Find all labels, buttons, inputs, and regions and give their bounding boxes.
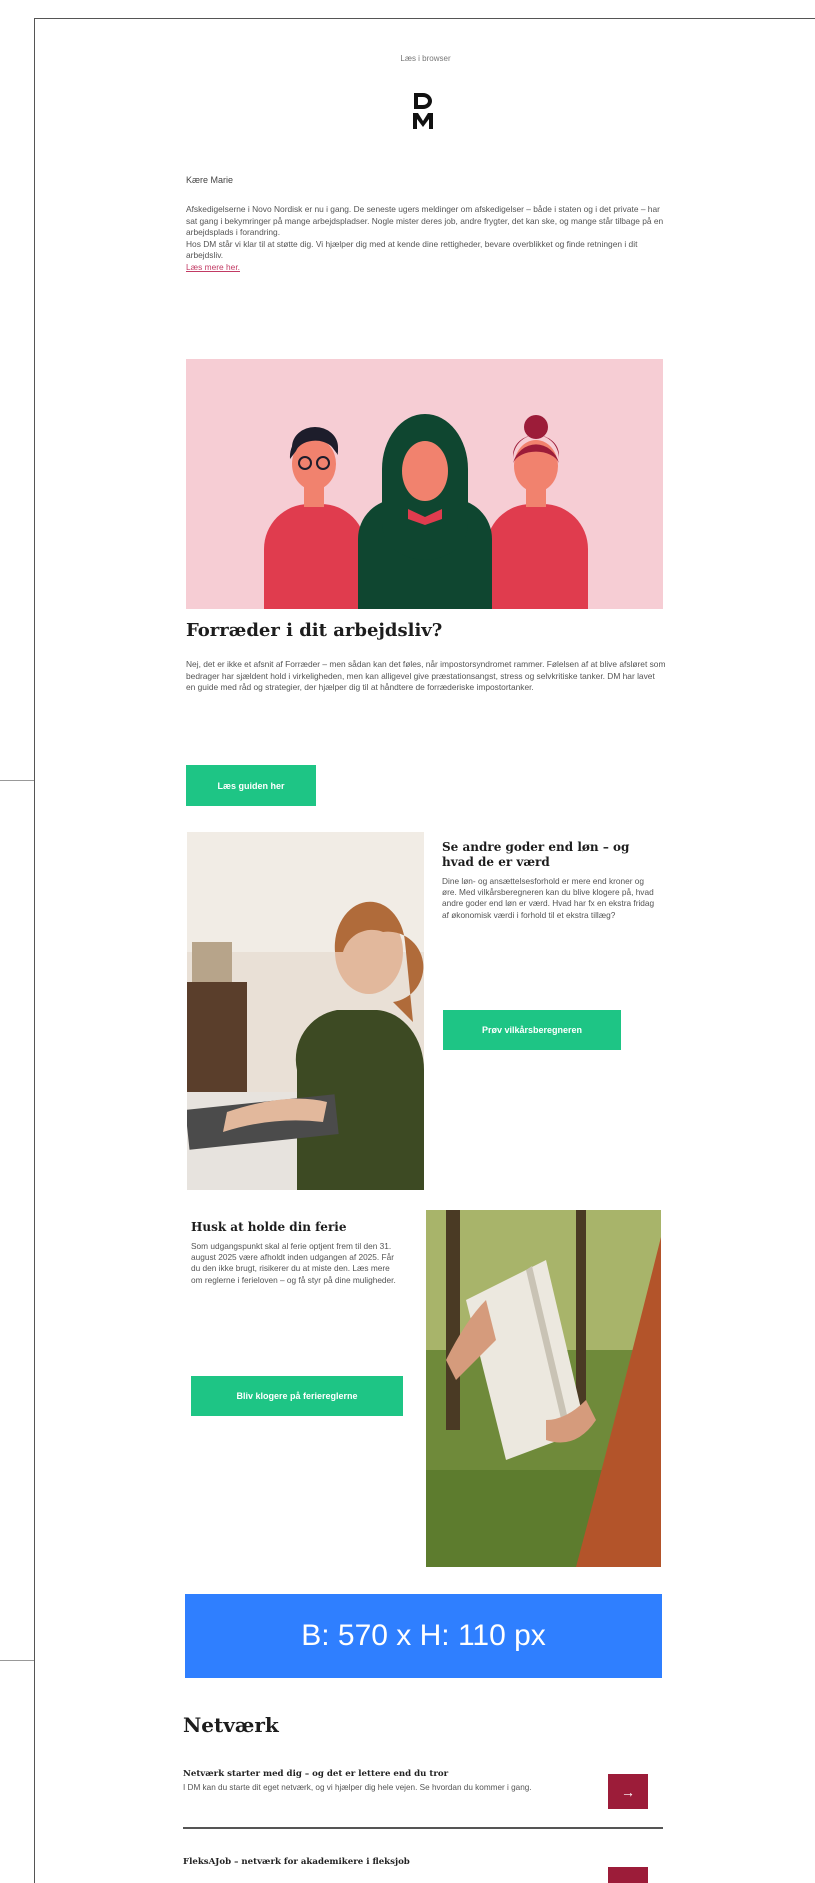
read-more-link[interactable]: Læs mere her.	[186, 262, 240, 272]
browser-link[interactable]: Læs i browser	[35, 54, 815, 63]
article-title: Forræder i dit arbejdsliv?	[186, 620, 443, 641]
edge-marker	[0, 780, 34, 781]
article-title: Husk at holde din ferie	[191, 1220, 347, 1234]
article-body: Som udgangspunkt skal al ferie optjent f…	[191, 1241, 396, 1285]
email-frame: Læs i browser DM Kære Marie Afskedigelse…	[34, 18, 815, 1883]
read-guide-button[interactable]: Læs guiden her	[186, 765, 316, 806]
dimension-banner: B: 570 x H: 110 px	[185, 1594, 662, 1678]
woman-laptop-photo	[187, 832, 424, 1190]
article-body: Nej, det er ikke et afsnit af Forræder –…	[186, 659, 666, 693]
arrow-right-icon[interactable]: →	[608, 1867, 648, 1883]
network-item[interactable]: Netværk starter med dig – og det er lett…	[183, 1769, 603, 1793]
network-item-title: FleksAJob – netværk for akademikere i fl…	[183, 1857, 410, 1867]
dm-logo-icon	[413, 93, 433, 129]
network-item[interactable]: FleksAJob – netværk for akademikere i fl…	[183, 1857, 603, 1867]
reading-book-photo	[426, 1210, 661, 1567]
greeting: Kære Marie	[186, 175, 234, 185]
network-item-desc: I DM kan du starte dit eget netværk, og …	[183, 1783, 532, 1792]
network-item-title: Netværk starter med dig – og det er lett…	[183, 1769, 449, 1779]
intro-paragraph-2: Hos DM står vi klar til at støtte dig. V…	[186, 238, 638, 261]
divider	[183, 1827, 663, 1829]
arrow-right-icon[interactable]: →	[608, 1774, 648, 1809]
network-heading: Netværk	[183, 1713, 279, 1737]
intro-paragraph: Afskedigelserne i Novo Nordisk er nu i g…	[186, 204, 664, 238]
try-calculator-button[interactable]: Prøv vilkårsberegneren	[443, 1010, 621, 1050]
intro-text: Afskedigelserne i Novo Nordisk er nu i g…	[186, 204, 664, 274]
article-title: Se andre goder end løn – og hvad de er v…	[442, 840, 630, 869]
edge-marker	[0, 1660, 34, 1661]
hero-illustration	[186, 359, 663, 609]
dm-logo: DM	[407, 91, 439, 133]
holiday-rules-button[interactable]: Bliv klogere på feriereglerne	[191, 1376, 403, 1416]
article-body: Dine løn- og ansættelsesforhold er mere …	[442, 876, 655, 920]
